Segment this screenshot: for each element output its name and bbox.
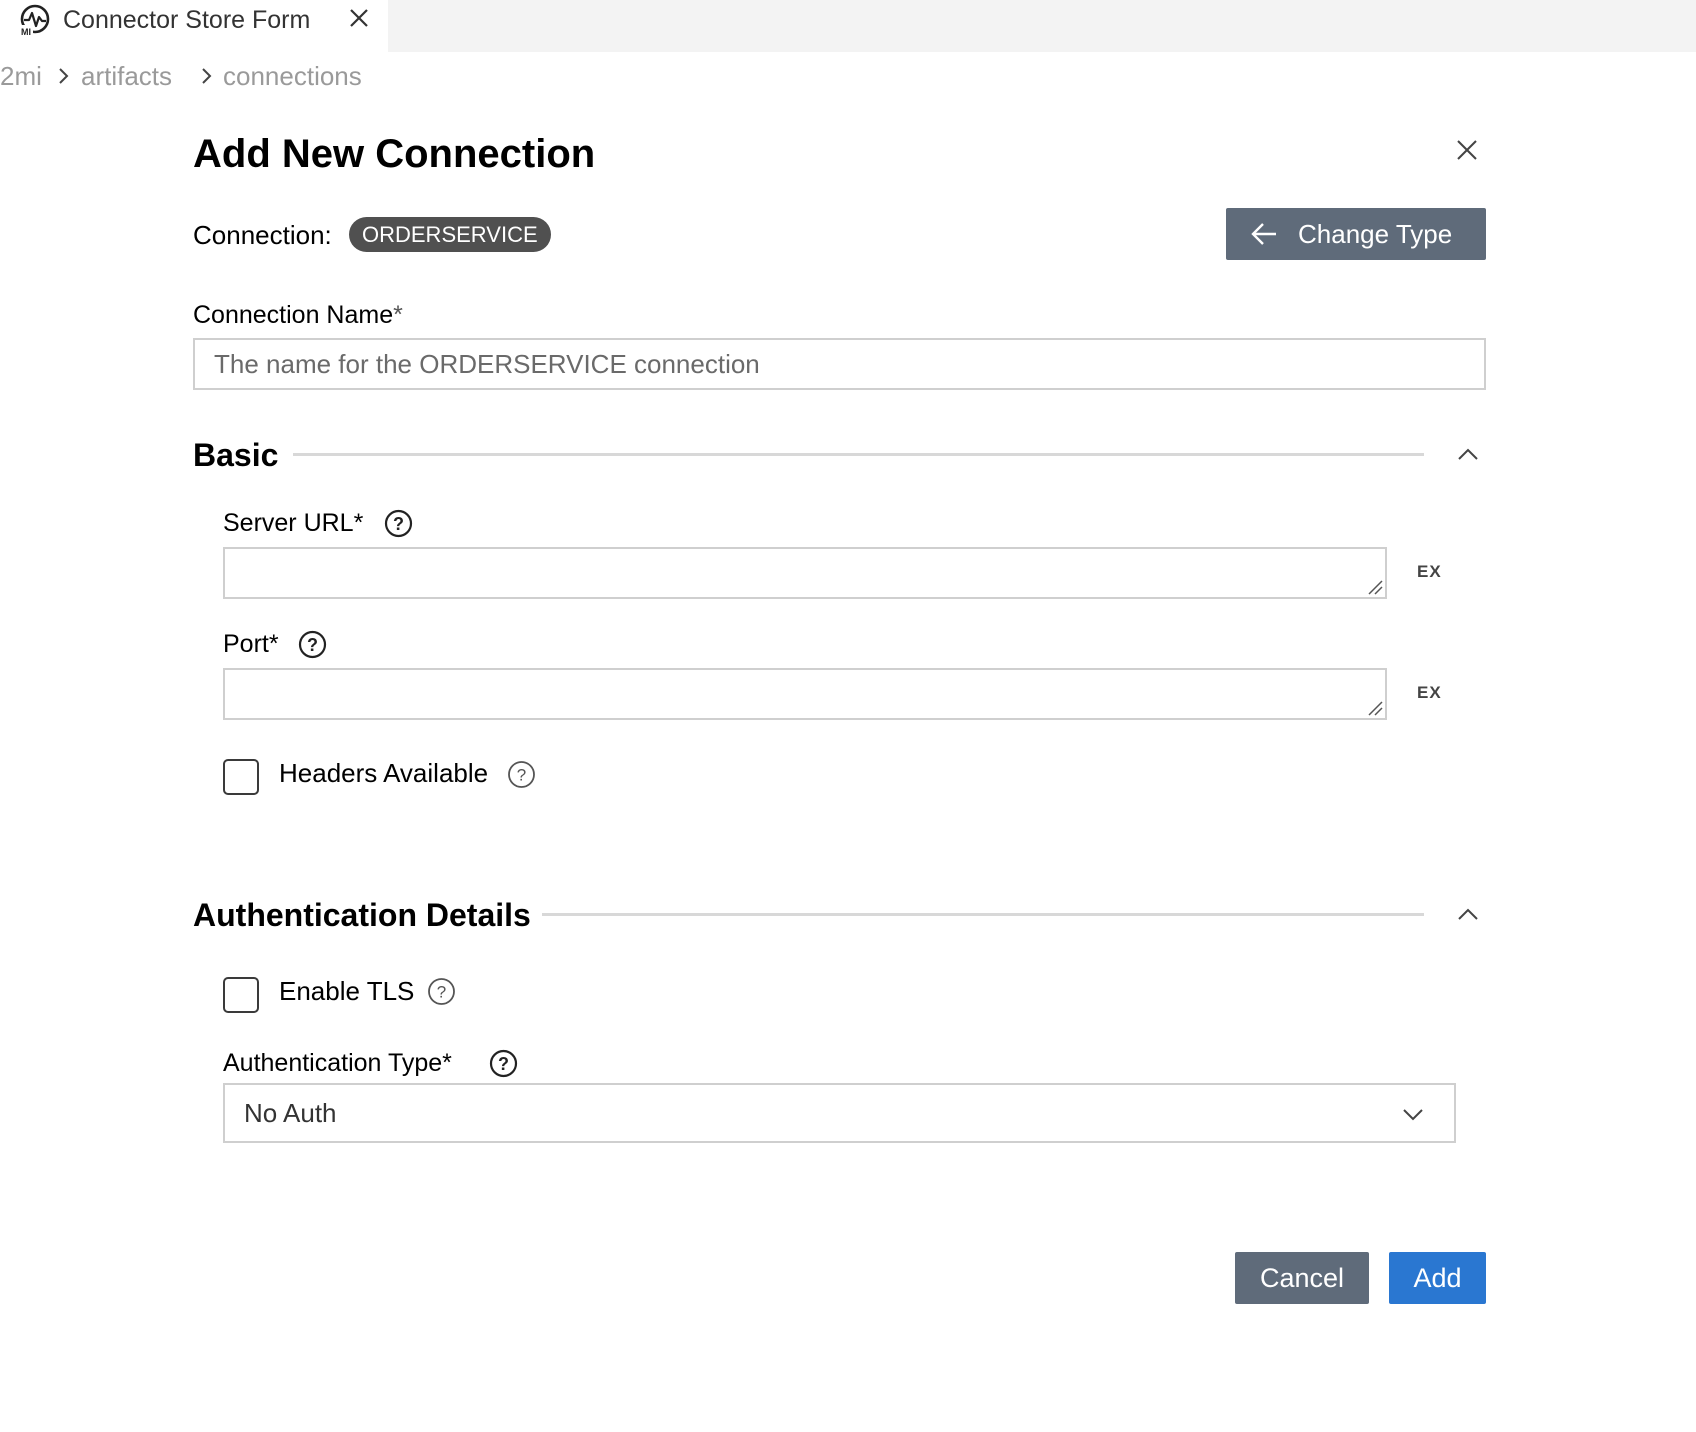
required-mark: * (393, 301, 403, 329)
section-divider (542, 913, 1424, 916)
connection-type-badge: ORDERSERVICE (349, 217, 551, 252)
change-type-label: Change Type (1298, 219, 1453, 249)
connection-label: Connection: (193, 220, 332, 250)
mi-logo-icon: MI (20, 4, 50, 37)
svg-text:MI: MI (21, 27, 31, 37)
add-button[interactable]: Add (1389, 1252, 1486, 1304)
svg-text:?: ? (437, 983, 446, 1002)
help-icon[interactable]: ? (384, 509, 413, 538)
enable-tls-label: Enable TLS (279, 976, 415, 1006)
svg-text:?: ? (498, 1054, 509, 1074)
help-icon[interactable]: ? (427, 977, 456, 1006)
section-title-authentication-details: Authentication Details (193, 897, 531, 933)
connection-name-label: Connection Name* (193, 298, 403, 332)
chevron-right-icon (202, 68, 212, 84)
resize-handle-icon[interactable] (1367, 579, 1383, 595)
port-label: Port* (223, 630, 279, 658)
chevron-down-icon (1403, 1109, 1423, 1121)
connection-name-input[interactable] (193, 338, 1486, 390)
chevron-up-icon[interactable] (1456, 446, 1480, 462)
expression-toggle[interactable]: EX (1417, 682, 1442, 704)
connection-name-label-text: Connection Name (193, 301, 394, 329)
headers-available-label: Headers Available (279, 758, 489, 788)
port-input[interactable] (223, 668, 1387, 720)
tab-connector-store-form[interactable]: MI Connector Store Form (0, 0, 388, 52)
authentication-type-select[interactable]: No Auth (223, 1083, 1456, 1143)
tab-title: Connector Store Form (63, 6, 311, 34)
svg-text:?: ? (307, 635, 318, 655)
breadcrumb-item-connections[interactable]: connections (223, 58, 362, 94)
authentication-type-label: Authentication Type* (223, 1049, 452, 1077)
svg-text:?: ? (393, 514, 404, 534)
close-icon[interactable] (1454, 137, 1480, 163)
breadcrumb-item-project[interactable]: 2mi (0, 58, 42, 94)
enable-tls-checkbox[interactable] (223, 977, 259, 1013)
cancel-button[interactable]: Cancel (1235, 1252, 1369, 1304)
section-divider (293, 453, 1424, 456)
help-icon[interactable]: ? (507, 760, 536, 789)
section-title-basic: Basic (193, 437, 279, 473)
breadcrumb-item-artifacts[interactable]: artifacts (81, 58, 172, 94)
server-url-input[interactable] (223, 547, 1387, 599)
close-icon[interactable] (344, 3, 374, 33)
help-icon[interactable]: ? (298, 630, 327, 659)
headers-available-checkbox[interactable] (223, 759, 259, 795)
chevron-up-icon[interactable] (1456, 906, 1480, 922)
chevron-right-icon (59, 68, 69, 84)
svg-text:?: ? (517, 766, 526, 785)
authentication-type-value: No Auth (244, 1098, 337, 1128)
editor-tab-bar: MI Connector Store Form (0, 0, 1696, 52)
server-url-label: Server URL* (223, 509, 364, 537)
page-title: Add New Connection (193, 132, 596, 176)
arrow-left-icon (1251, 223, 1276, 245)
help-icon[interactable]: ? (489, 1049, 518, 1078)
resize-handle-icon[interactable] (1367, 700, 1383, 716)
change-type-button[interactable]: Change Type (1226, 208, 1486, 260)
expression-toggle[interactable]: EX (1417, 561, 1442, 583)
